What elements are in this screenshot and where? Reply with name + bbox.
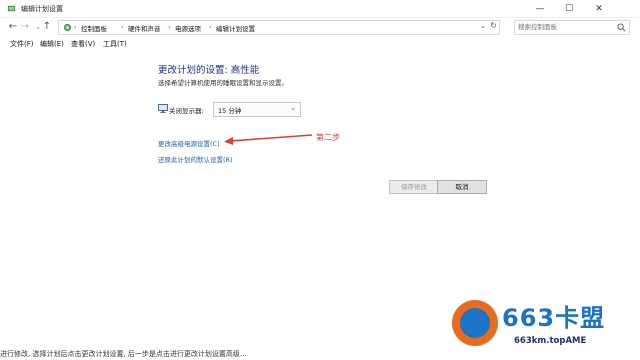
restore-defaults-link[interactable]: 还原此计划的默认设置(R) (158, 154, 233, 164)
address-bar[interactable]: › 控制面板 › 硬件和声音 › 电源选项 › 编辑计划设置 ⌄ ↻ (58, 20, 500, 35)
breadcrumb-edit-plan[interactable]: 编辑计划设置 (216, 23, 255, 33)
display-off-label: 关闭显示器: (169, 107, 204, 115)
caption-text: 进行修改, 选择计划后点击更改计划设置, 后一步是点击进行更改计划设置高级… (0, 350, 247, 358)
navigation-bar: ← → ⌄ ↑ › 控制面板 › 硬件和声音 › 电源选项 › 编辑计划设置 ⌄… (0, 18, 640, 36)
page-heading: 更改计划的设置: 高性能 (158, 65, 260, 76)
maximize-button[interactable]: ☐ (555, 0, 583, 17)
title-bar: 编辑计划设置 — ☐ ✕ (0, 0, 640, 18)
search-box[interactable] (514, 20, 630, 35)
page-description: 选择希望计算机使用的睡眠设置和显示设置。 (158, 79, 288, 87)
annotation-arrow (224, 134, 313, 145)
menu-tools[interactable]: 工具(T) (103, 39, 127, 49)
breadcrumb-separator: › (168, 23, 171, 31)
breadcrumb-separator: › (209, 23, 212, 31)
display-off-value: 15 分钟 (218, 107, 242, 115)
menu-view[interactable]: 查看(V) (71, 39, 95, 49)
save-changes-button[interactable]: 保存修改 (389, 180, 439, 194)
breadcrumb-power-options[interactable]: 电源选项 (175, 23, 201, 33)
chevron-down-icon: ⌄ (290, 104, 296, 112)
close-button[interactable]: ✕ (584, 0, 614, 17)
cancel-button[interactable]: 取消 (437, 180, 487, 194)
up-arrow-icon[interactable]: ↑ (41, 21, 53, 33)
control-panel-icon (63, 23, 72, 32)
advanced-power-settings-link[interactable]: 更改高级电源设置(C) (158, 138, 220, 148)
search-input[interactable] (518, 22, 614, 32)
search-icon[interactable] (617, 23, 626, 32)
minimize-button[interactable]: — (526, 0, 554, 17)
breadcrumb-separator: › (121, 23, 124, 31)
breadcrumb-control-panel[interactable]: 控制面板 (81, 23, 107, 33)
breadcrumb-hardware-sound[interactable]: 硬件和声音 (128, 23, 161, 33)
menu-bar: 文件(F) 编辑(E) 查看(V) 工具(T) (0, 38, 640, 50)
power-options-icon (7, 5, 16, 12)
site-watermark: 663卡盟 663km.topAME (440, 296, 640, 360)
back-arrow-icon[interactable]: ← (7, 21, 19, 33)
logo-brand: 663卡盟 (502, 304, 606, 332)
window-title: 编辑计划设置 (21, 5, 63, 13)
breadcrumb-separator: › (74, 23, 77, 31)
chevron-down-icon[interactable]: ⌄ (480, 22, 486, 30)
forward-arrow-icon[interactable]: → (19, 21, 31, 33)
logo-url: 663km.topAME (514, 336, 587, 346)
display-off-select[interactable]: 15 分钟 ⌄ (213, 102, 301, 117)
main-content: 更改计划的设置: 高性能 选择希望计算机使用的睡眠设置和显示设置。 关闭显示器:… (0, 51, 640, 297)
refresh-icon[interactable]: ↻ (490, 21, 497, 30)
monitor-icon (158, 104, 168, 113)
menu-file[interactable]: 文件(F) (10, 39, 34, 49)
annotation-text: 第二步 (316, 133, 340, 142)
menu-edit[interactable]: 编辑(E) (40, 39, 64, 49)
logo-core (460, 308, 490, 338)
